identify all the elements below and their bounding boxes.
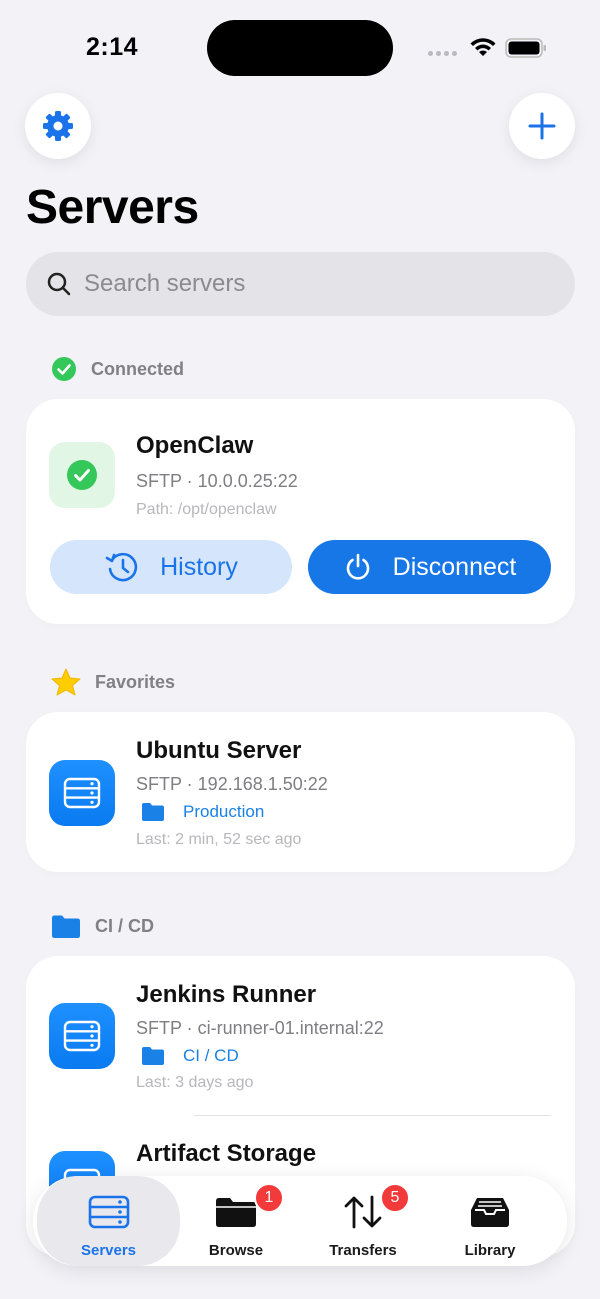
plus-icon bbox=[528, 112, 556, 140]
tab-label: Servers bbox=[80, 1242, 137, 1259]
server-name: Jenkins Runner bbox=[136, 981, 317, 1008]
server-path: Path: /opt/openclaw bbox=[136, 501, 277, 518]
folder-icon bbox=[141, 1046, 165, 1066]
server-card-openclaw[interactable]: OpenClaw SFTP · 10.0.0.25:22 Path: /opt/… bbox=[26, 399, 575, 624]
cellular-signal-icon bbox=[428, 51, 457, 56]
server-address: SFTP · 192.168.1.50:22 bbox=[136, 774, 328, 794]
tab-label: Transfers bbox=[329, 1242, 397, 1259]
check-circle-icon bbox=[51, 356, 77, 382]
browse-badge: 1 bbox=[254, 1183, 284, 1213]
server-icon bbox=[88, 1195, 129, 1229]
search-bar[interactable] bbox=[26, 252, 575, 316]
section-label: CI / CD bbox=[95, 916, 155, 936]
search-input[interactable] bbox=[84, 270, 544, 298]
server-address: SFTP · 10.0.0.25:22 bbox=[136, 471, 298, 491]
section-label: Connected bbox=[91, 358, 185, 379]
check-circle-icon bbox=[67, 460, 97, 490]
tab-library[interactable]: Library bbox=[435, 1176, 545, 1266]
server-name: Ubuntu Server bbox=[136, 737, 302, 764]
server-tile bbox=[49, 760, 115, 826]
settings-button[interactable] bbox=[25, 93, 91, 159]
tab-label: Browse bbox=[208, 1242, 264, 1259]
last-connected: Last: 3 days ago bbox=[136, 1074, 254, 1091]
gear-icon bbox=[43, 111, 73, 141]
history-button[interactable]: History bbox=[50, 540, 292, 594]
server-name: OpenClaw bbox=[136, 432, 254, 459]
tab-label: Library bbox=[464, 1242, 516, 1259]
server-icon bbox=[63, 777, 101, 809]
server-group-tag[interactable]: Production bbox=[141, 802, 264, 822]
status-bar: 2:14 bbox=[0, 0, 600, 96]
server-status-tile bbox=[49, 442, 115, 508]
bottom-safe-area bbox=[0, 1266, 600, 1299]
tag-label: Production bbox=[183, 802, 265, 821]
folder-icon bbox=[51, 914, 81, 939]
section-header-cicd: CI / CD bbox=[51, 914, 154, 939]
section-header-favorites: Favorites bbox=[51, 668, 175, 696]
tray-icon bbox=[471, 1198, 509, 1227]
disconnect-label: Disconnect bbox=[392, 552, 517, 581]
history-label: History bbox=[160, 552, 238, 581]
wifi-icon bbox=[470, 38, 496, 56]
page-title: Servers bbox=[26, 181, 199, 234]
section-header-connected: Connected bbox=[51, 356, 184, 382]
server-name: Artifact Storage bbox=[136, 1140, 317, 1167]
server-card-ubuntu[interactable]: Ubuntu Server SFTP · 192.168.1.50:22 Pro… bbox=[26, 712, 575, 872]
dynamic-island bbox=[207, 20, 393, 76]
server-address: SFTP · ci-runner-01.internal:22 bbox=[136, 1018, 384, 1038]
row-divider bbox=[194, 1115, 551, 1116]
power-icon bbox=[343, 552, 373, 582]
tab-servers[interactable]: Servers bbox=[37, 1176, 180, 1266]
server-group-tag[interactable]: CI / CD bbox=[141, 1046, 239, 1066]
folder-icon bbox=[141, 802, 165, 822]
transfer-arrows-icon bbox=[344, 1195, 382, 1229]
star-icon bbox=[51, 668, 81, 696]
section-label: Favorites bbox=[95, 671, 176, 692]
status-time: 2:14 bbox=[86, 33, 139, 61]
add-server-button[interactable] bbox=[509, 93, 575, 159]
server-icon bbox=[63, 1020, 101, 1052]
server-tile bbox=[49, 1003, 115, 1069]
tab-bar: Servers Browse 1 Transfers 5 Library bbox=[33, 1176, 567, 1266]
transfers-badge: 5 bbox=[380, 1183, 410, 1213]
search-icon bbox=[47, 272, 71, 296]
last-connected: Last: 2 min, 52 sec ago bbox=[136, 831, 302, 848]
battery-icon bbox=[505, 38, 546, 58]
disconnect-button[interactable]: Disconnect bbox=[308, 540, 551, 594]
folder-icon bbox=[216, 1198, 256, 1227]
tag-label: CI / CD bbox=[183, 1046, 239, 1065]
history-clock-icon bbox=[104, 549, 140, 585]
